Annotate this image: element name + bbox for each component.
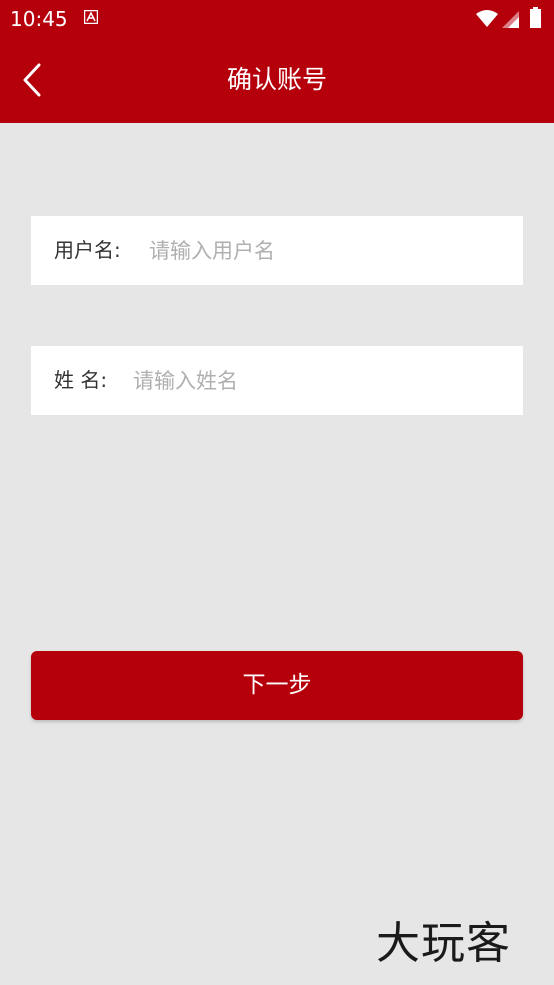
username-label: 用户名: <box>54 238 121 262</box>
status-bar: 10:45 <box>0 0 554 38</box>
username-input[interactable] <box>149 228 509 273</box>
name-field: 姓 名: <box>31 346 523 415</box>
signal-icon <box>502 11 519 28</box>
app-header: 10:45 确认账号 <box>0 0 554 123</box>
name-input[interactable] <box>133 358 509 403</box>
wifi-icon <box>476 10 498 27</box>
username-field: 用户名: <box>31 216 523 285</box>
status-time: 10:45 <box>10 7 68 31</box>
name-label: 姓 名: <box>54 368 108 392</box>
notification-app-icon <box>84 10 98 24</box>
watermark-logo: 大玩客 <box>376 918 511 969</box>
screen: 10:45 确认账号 用户名: 请输入用户名 姓 名: 请输入姓名 下一步 大玩… <box>0 0 554 985</box>
next-step-button[interactable]: 下一步 <box>31 651 523 720</box>
page-title: 确认账号 <box>226 65 327 94</box>
battery-icon <box>530 7 541 28</box>
